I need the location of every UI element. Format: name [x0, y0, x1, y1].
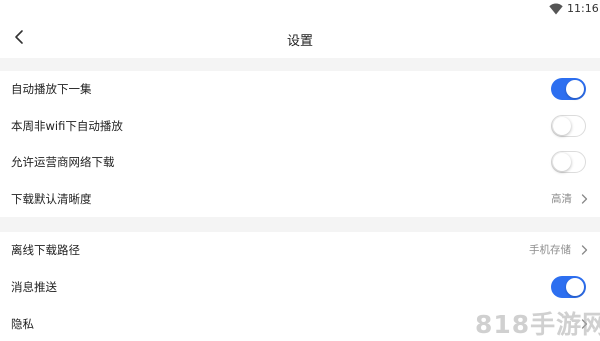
wifi-icon [549, 3, 563, 15]
setting-offline-path[interactable]: 离线下载路径 手机存储 [0, 232, 600, 268]
setting-download-quality[interactable]: 下载默认清晰度 高清 [0, 181, 600, 217]
toggle-knob [566, 80, 584, 98]
setting-label: 消息推送 [11, 280, 57, 294]
chevron-right-icon [581, 245, 588, 255]
autoplay-next-toggle[interactable] [551, 78, 586, 100]
setting-autoplay-non-wifi[interactable]: 本周非wifi下自动播放 [0, 108, 600, 144]
setting-label: 自动播放下一集 [11, 82, 92, 96]
setting-label: 本周非wifi下自动播放 [11, 119, 123, 133]
page-title: 设置 [286, 34, 313, 49]
setting-label: 允许运营商网络下载 [11, 155, 115, 169]
toggle-knob [553, 153, 571, 171]
download-quality-value: 高清 [551, 193, 572, 205]
section-divider [0, 217, 600, 232]
watermark: 818手游网 [475, 310, 600, 339]
section-divider [0, 58, 600, 71]
autoplay-non-wifi-toggle[interactable] [551, 115, 586, 137]
setting-label: 离线下载路径 [11, 243, 80, 257]
push-notifications-toggle[interactable] [551, 276, 586, 298]
toggle-knob [553, 117, 571, 135]
offline-path-value: 手机存储 [529, 244, 571, 256]
setting-push-notifications[interactable]: 消息推送 [0, 269, 600, 305]
status-bar: 11:16 [0, 0, 600, 20]
toggle-knob [566, 278, 584, 296]
setting-carrier-download[interactable]: 允许运营商网络下载 [0, 144, 600, 180]
chevron-right-icon [581, 194, 588, 204]
status-time: 11:16 [567, 2, 599, 15]
setting-autoplay-next[interactable]: 自动播放下一集 [0, 71, 600, 107]
nav-bar: 设置 [0, 20, 600, 58]
setting-label: 隐私 [11, 317, 34, 331]
setting-label: 下载默认清晰度 [11, 192, 92, 206]
carrier-download-toggle[interactable] [551, 151, 586, 173]
